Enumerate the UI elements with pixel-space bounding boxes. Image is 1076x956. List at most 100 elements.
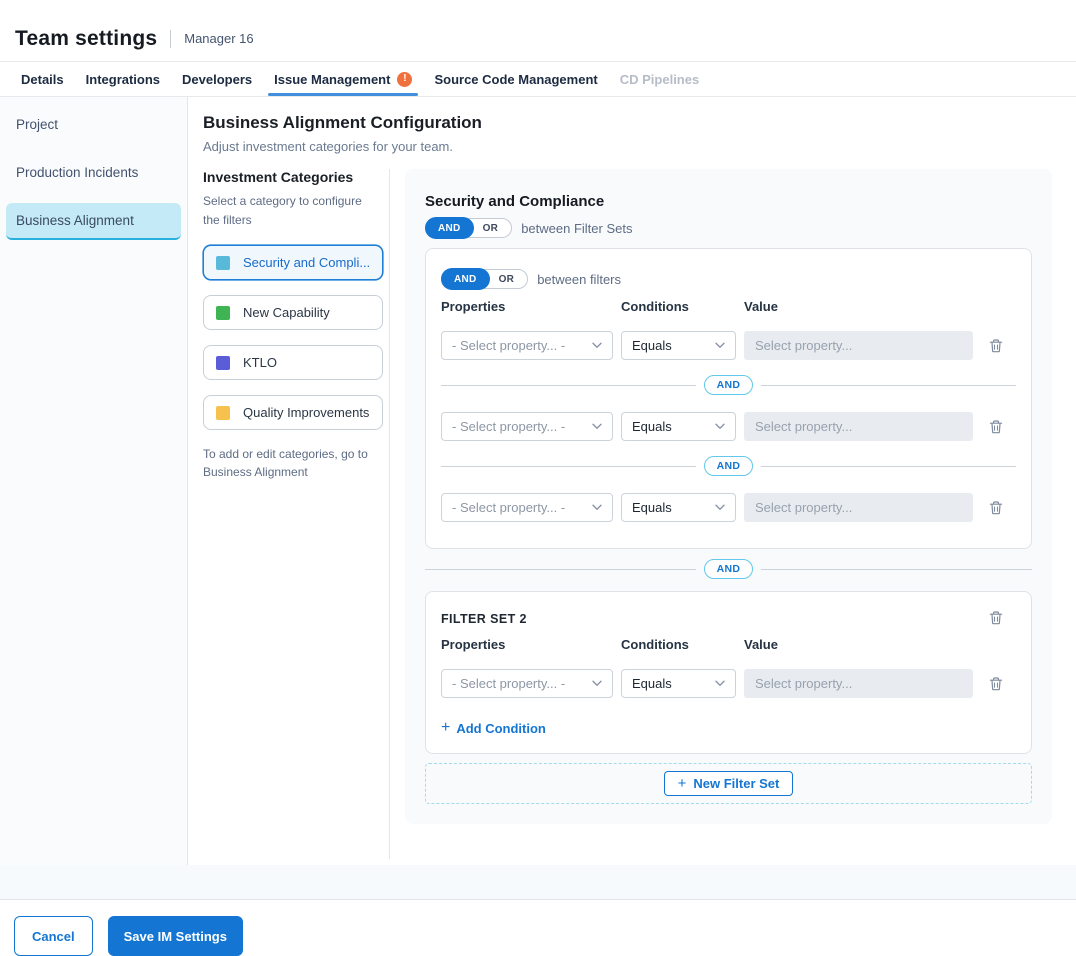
and-connector: AND — [441, 375, 1016, 395]
tab-details[interactable]: Details — [21, 62, 64, 96]
filter-sets-and-or-toggle: AND OR — [425, 218, 512, 238]
condition-select[interactable]: Equals — [621, 493, 736, 522]
new-filter-set-dropzone: + New Filter Set — [425, 763, 1032, 804]
value-header: Value — [744, 637, 973, 652]
page-title: Team settings — [15, 27, 157, 51]
category-color-swatch — [216, 356, 230, 370]
conditions-header: Conditions — [621, 299, 736, 314]
trash-icon — [988, 338, 1004, 353]
chevron-down-icon — [715, 504, 725, 511]
category-new-capability[interactable]: New Capability — [203, 295, 383, 330]
category-security-and-compliance[interactable]: Security and Compli... — [203, 245, 383, 280]
value-input — [744, 669, 973, 698]
trash-icon — [988, 419, 1004, 434]
filter-set-1-card: AND OR between filters Properties Condit… — [425, 248, 1032, 549]
property-select[interactable]: - Select property... - — [441, 331, 613, 360]
value-input — [744, 412, 973, 441]
conditions-header: Conditions — [621, 637, 736, 652]
filter-row: - Select property... - Equals — [441, 331, 1016, 360]
filter-set-2-card: FILTER SET 2 Properties Conditions Value… — [425, 591, 1032, 754]
bottom-spacer — [0, 865, 1076, 899]
tab-integrations[interactable]: Integrations — [86, 62, 160, 96]
category-ktlo[interactable]: KTLO — [203, 345, 383, 380]
plus-icon: + — [441, 720, 450, 736]
category-quality-improvements[interactable]: Quality Improvements — [203, 395, 383, 430]
or-option[interactable]: OR — [473, 223, 512, 234]
categories-title: Investment Categories — [203, 169, 383, 185]
page-header: Team settings Manager 16 — [0, 0, 1076, 62]
filter-config-panel: Security and Compliance AND OR between F… — [405, 169, 1052, 824]
plus-icon: + — [678, 776, 687, 791]
warning-icon: ! — [397, 72, 412, 87]
property-select[interactable]: - Select property... - — [441, 669, 613, 698]
condition-select[interactable]: Equals — [621, 331, 736, 360]
delete-filter-button[interactable] — [986, 417, 1006, 436]
category-label: KTLO — [243, 355, 277, 370]
trash-icon — [988, 676, 1004, 691]
settings-body: Project Production Incidents Business Al… — [0, 97, 1076, 865]
tab-issue-management[interactable]: Issue Management ! — [274, 62, 412, 96]
trash-icon — [988, 500, 1004, 515]
category-label: New Capability — [243, 305, 330, 320]
tab-developers[interactable]: Developers — [182, 62, 252, 96]
new-filter-set-button[interactable]: + New Filter Set — [664, 771, 794, 796]
chevron-down-icon — [715, 342, 725, 349]
categories-footnote: To add or edit categories, go to Busines… — [203, 445, 373, 481]
and-connector: AND — [441, 456, 1016, 476]
tab-cd-pipelines: CD Pipelines — [620, 62, 699, 96]
add-condition-button[interactable]: + Add Condition — [441, 720, 546, 736]
value-input — [744, 493, 973, 522]
delete-filter-button[interactable] — [986, 336, 1006, 355]
value-header: Value — [744, 299, 973, 314]
filter-row: - Select property... - Equals — [441, 669, 1016, 698]
chevron-down-icon — [592, 342, 602, 349]
filter-set-2-title: FILTER SET 2 — [441, 608, 527, 626]
chevron-down-icon — [592, 423, 602, 430]
sidebar-item-business-alignment[interactable]: Business Alignment — [6, 203, 181, 240]
properties-header: Properties — [441, 299, 613, 314]
save-im-settings-button[interactable]: Save IM Settings — [108, 916, 243, 956]
condition-select[interactable]: Equals — [621, 412, 736, 441]
filters-and-or-toggle: AND OR — [441, 269, 528, 289]
settings-tab-bar: Details Integrations Developers Issue Ma… — [0, 62, 1076, 97]
delete-filter-button[interactable] — [986, 674, 1006, 693]
property-select[interactable]: - Select property... - — [441, 412, 613, 441]
sidebar-item-project[interactable]: Project — [6, 107, 181, 142]
or-option[interactable]: OR — [489, 274, 528, 285]
config-category-title: Security and Compliance — [425, 193, 1032, 210]
sidebar-item-production-incidents[interactable]: Production Incidents — [6, 155, 181, 190]
condition-select[interactable]: Equals — [621, 669, 736, 698]
category-color-swatch — [216, 306, 230, 320]
manager-context-label: Manager 16 — [184, 31, 253, 46]
category-color-swatch — [216, 406, 230, 420]
delete-filter-set-button[interactable] — [986, 608, 1006, 627]
category-label: Security and Compli... — [243, 255, 370, 270]
properties-header: Properties — [441, 637, 613, 652]
between-filters-label: between filters — [537, 272, 621, 287]
investment-categories-panel: Investment Categories Select a category … — [203, 169, 390, 859]
section-title: Business Alignment Configuration — [203, 113, 1052, 133]
cancel-button[interactable]: Cancel — [14, 916, 93, 956]
categories-subtitle: Select a category to configure the filte… — [203, 192, 369, 229]
team-settings-page: Team settings Manager 16 Details Integra… — [0, 0, 1076, 956]
and-option[interactable]: AND — [441, 268, 490, 290]
chevron-down-icon — [715, 680, 725, 687]
delete-filter-button[interactable] — [986, 498, 1006, 517]
title-divider — [170, 30, 171, 48]
property-select[interactable]: - Select property... - — [441, 493, 613, 522]
chevron-down-icon — [715, 423, 725, 430]
and-connector-between-sets: AND — [425, 559, 1032, 579]
between-filter-sets-label: between Filter Sets — [521, 221, 632, 236]
and-option[interactable]: AND — [425, 217, 474, 239]
section-subtitle: Adjust investment categories for your te… — [203, 139, 1052, 154]
chevron-down-icon — [592, 504, 602, 511]
value-input — [744, 331, 973, 360]
tab-source-code-management[interactable]: Source Code Management — [434, 62, 597, 96]
filter-column-headers: Properties Conditions Value — [441, 637, 1016, 652]
footer-action-bar: Cancel Save IM Settings — [0, 899, 1076, 956]
category-color-swatch — [216, 256, 230, 270]
trash-icon — [988, 610, 1004, 625]
chevron-down-icon — [592, 680, 602, 687]
filter-column-headers: Properties Conditions Value — [441, 299, 1016, 314]
business-alignment-section: Business Alignment Configuration Adjust … — [188, 97, 1076, 865]
